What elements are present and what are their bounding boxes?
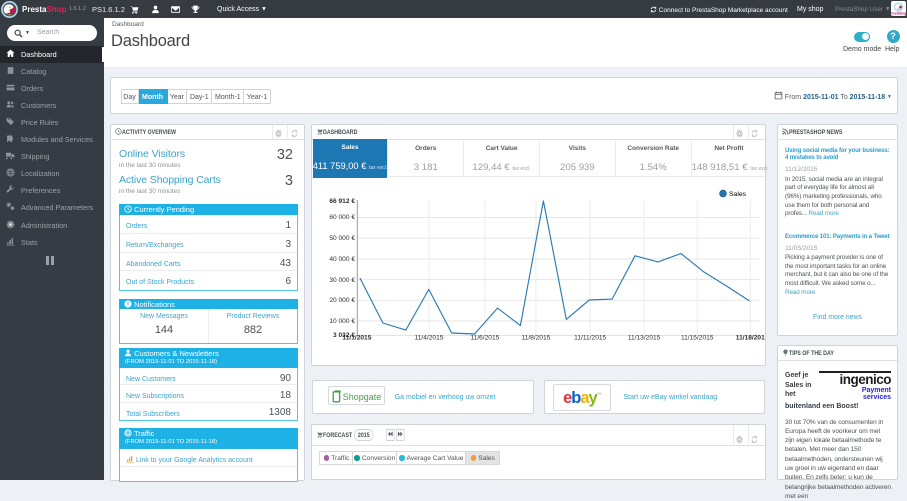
svg-text:Sales: Sales — [729, 191, 747, 198]
svg-text:60 000 €: 60 000 € — [329, 214, 355, 221]
svg-text:66 912 €: 66 912 € — [329, 198, 355, 205]
svg-text:11/13/2015: 11/13/2015 — [628, 334, 661, 341]
svg-text:50 000 €: 50 000 € — [329, 235, 355, 242]
svg-text:11/1/2015: 11/1/2015 — [342, 334, 371, 341]
svg-text:20 000 €: 20 000 € — [329, 297, 355, 304]
svg-text:11/8/2015: 11/8/2015 — [521, 334, 550, 341]
svg-text:11/11/2015: 11/11/2015 — [574, 334, 606, 341]
svg-text:30 000 €: 30 000 € — [329, 277, 355, 284]
svg-text:11/6/2015: 11/6/2015 — [470, 334, 499, 341]
svg-text:11/18/201: 11/18/201 — [735, 334, 764, 341]
svg-text:11/15/2015: 11/15/2015 — [681, 334, 714, 341]
svg-text:11/4/2015: 11/4/2015 — [414, 334, 443, 341]
svg-text:10 000 €: 10 000 € — [329, 318, 355, 325]
svg-text:PrestaShop: PrestaShop — [891, 12, 906, 16]
svg-text:40 000 €: 40 000 € — [329, 256, 355, 263]
